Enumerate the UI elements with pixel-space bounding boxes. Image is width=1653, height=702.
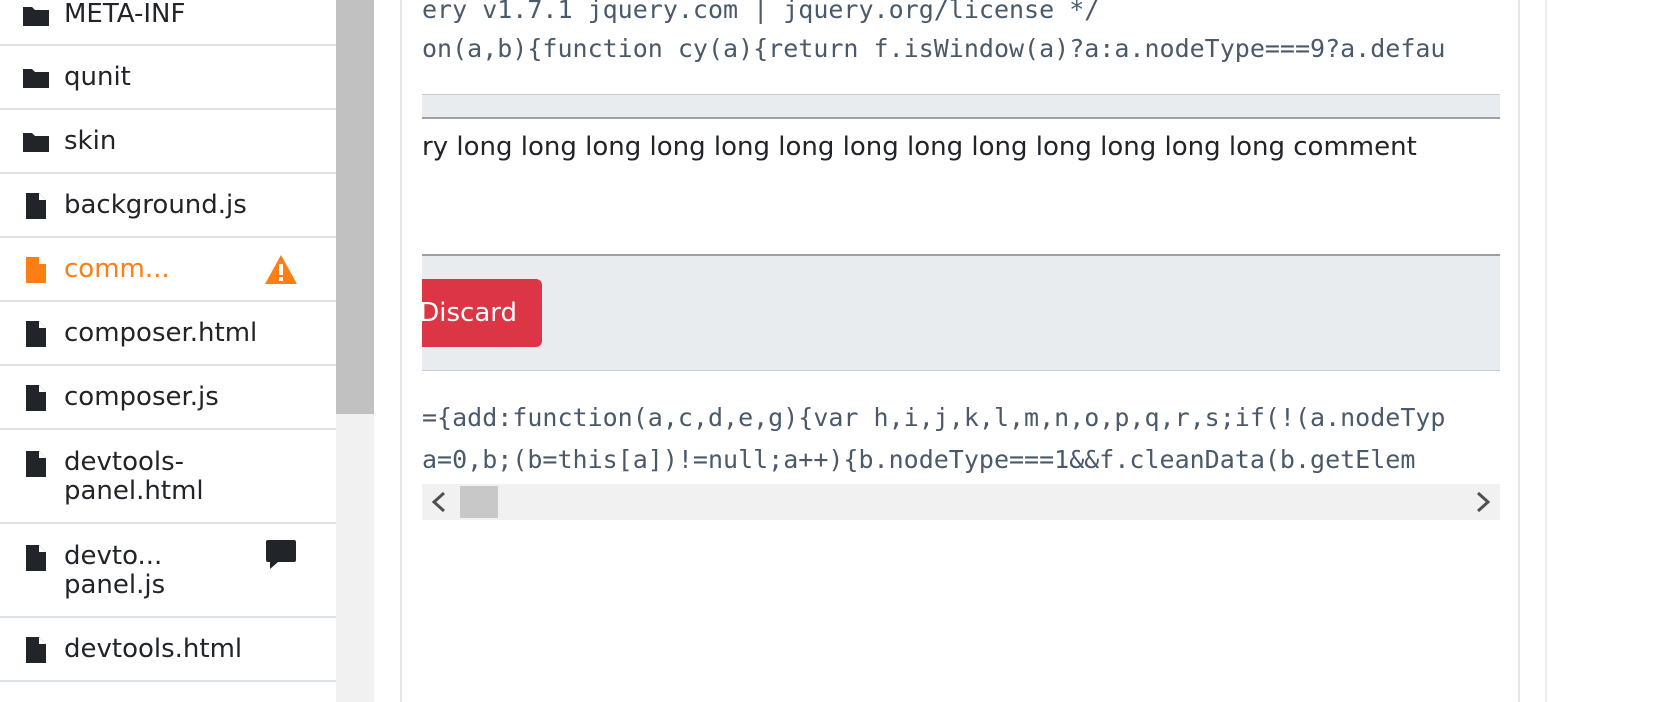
tree-item-label-line1: devtools-	[64, 447, 185, 477]
file-icon	[26, 637, 46, 663]
code-line: a=0,b;(b=this[a])!=null;a++){b.nodeType=…	[422, 445, 1416, 474]
folder-icon	[23, 133, 49, 152]
tree-item-qunit[interactable]: qunit	[0, 46, 336, 110]
tree-item-meta-inf[interactable]: META-INF	[0, 0, 336, 46]
chevron-left-icon[interactable]	[428, 490, 452, 514]
file-icon	[26, 385, 46, 411]
diff-viewport: ery v1.7.1 jquery.com | jquery.org/licen…	[422, 0, 1500, 702]
tree-item-label: META-INF	[64, 0, 186, 29]
comment-header-strip	[422, 94, 1500, 118]
file-icon	[26, 321, 46, 347]
tree-item-label: composer.html	[64, 318, 258, 348]
file-icon	[26, 451, 46, 477]
divider-line	[422, 94, 1500, 95]
comment-icon	[266, 540, 296, 569]
tree-item-label: comm...	[64, 254, 170, 284]
file-tree-sidebar: META-INF qunit skin background.js comm..…	[0, 0, 336, 702]
tree-item-label: devtools.html	[64, 634, 243, 664]
tree-item-composer-js[interactable]: composer.js	[0, 366, 336, 430]
tree-item-label-line2: panel.html	[64, 476, 204, 506]
tree-item-background-js[interactable]: background.js	[0, 174, 336, 238]
divider-line	[422, 117, 1500, 119]
tree-item-devtools-panel-html[interactable]: devtools- panel.html	[0, 430, 336, 524]
tree-item-label: composer.js	[64, 382, 219, 412]
discard-button[interactable]: Discard	[422, 279, 542, 347]
tree-item-label: background.js	[64, 190, 247, 220]
code-line: on(a,b){function cy(a){return f.isWindow…	[422, 34, 1446, 63]
tree-item-label: skin	[64, 126, 117, 156]
file-icon	[26, 545, 46, 571]
horizontal-scrollbar-thumb[interactable]	[460, 486, 498, 518]
sidebar-scrollbar-thumb[interactable]	[336, 0, 374, 414]
tree-item-composer-html[interactable]: composer.html	[0, 302, 336, 366]
file-icon	[26, 193, 46, 219]
tree-item-label-line1: devto...	[64, 541, 163, 571]
panel-divider	[1545, 0, 1547, 702]
tree-item-devtools-panel-js[interactable]: devto... panel.js	[0, 524, 336, 618]
tree-item-label: qunit	[64, 62, 131, 92]
divider-line	[422, 370, 1500, 371]
chevron-right-icon[interactable]	[1470, 490, 1494, 514]
warning-icon	[265, 255, 297, 284]
horizontal-scrollbar[interactable]	[422, 484, 1500, 520]
code-line: ery v1.7.1 jquery.com | jquery.org/licen…	[422, 0, 1100, 24]
code-line: ={add:function(a,c,d,e,g){var h,i,j,k,l,…	[422, 403, 1446, 432]
folder-icon	[23, 7, 49, 26]
comment-actions-bar	[422, 256, 1500, 370]
tree-item-comm-active[interactable]: comm...	[0, 238, 336, 302]
tree-item-skin[interactable]: skin	[0, 110, 336, 174]
folder-icon	[23, 69, 49, 88]
tree-item-devtools-html[interactable]: devtools.html	[0, 618, 336, 682]
tree-item-label-line2: panel.js	[64, 570, 166, 600]
file-icon	[26, 257, 46, 283]
comment-text: ry long long long long long long long lo…	[422, 132, 1417, 162]
